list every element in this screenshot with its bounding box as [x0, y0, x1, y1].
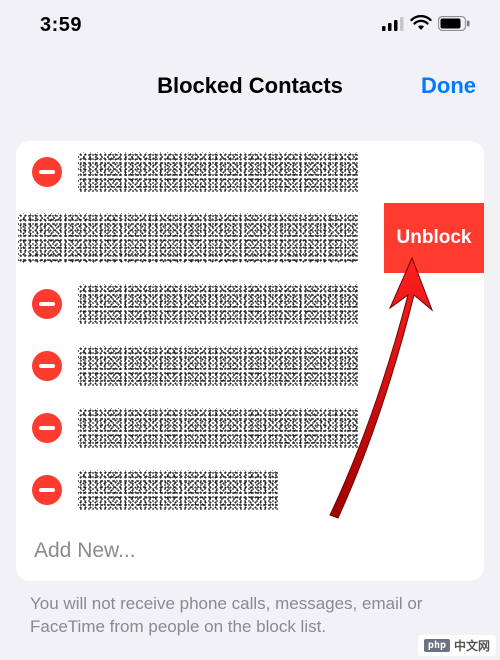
watermark-text: 中文网 — [454, 637, 490, 654]
contact-row[interactable] — [16, 459, 484, 521]
footer-description: You will not receive phone calls, messag… — [0, 581, 500, 639]
unblock-button[interactable]: Unblock — [384, 203, 484, 273]
add-new-button[interactable]: Add New... — [16, 521, 484, 581]
contact-row-swiped[interactable]: Unblock — [16, 203, 484, 273]
cellular-icon — [382, 14, 404, 37]
contact-row[interactable] — [16, 273, 484, 335]
contact-name-redacted — [78, 346, 358, 386]
modal-header: Blocked Contacts Done — [0, 45, 500, 121]
contact-name-redacted — [78, 152, 358, 192]
status-bar: 3:59 — [0, 0, 500, 45]
remove-icon[interactable] — [32, 289, 62, 319]
contact-name-redacted — [78, 408, 358, 448]
done-button[interactable]: Done — [421, 73, 476, 99]
watermark: php 中文网 — [418, 635, 496, 656]
remove-icon[interactable] — [32, 475, 62, 505]
status-icons — [382, 14, 470, 37]
page-title: Blocked Contacts — [20, 73, 480, 99]
contact-name-redacted — [78, 284, 358, 324]
status-time: 3:59 — [40, 14, 82, 37]
remove-icon[interactable] — [32, 413, 62, 443]
watermark-badge: php — [424, 639, 450, 652]
contact-name-redacted — [18, 213, 358, 263]
contact-row[interactable] — [16, 335, 484, 397]
contact-row[interactable] — [16, 397, 484, 459]
contact-row[interactable] — [16, 141, 484, 203]
remove-icon[interactable] — [32, 351, 62, 381]
battery-icon — [438, 14, 470, 37]
contact-name-redacted — [78, 470, 278, 510]
blocked-contacts-list: Unblock Add New... — [16, 141, 484, 581]
remove-icon[interactable] — [32, 157, 62, 187]
wifi-icon — [410, 14, 432, 37]
